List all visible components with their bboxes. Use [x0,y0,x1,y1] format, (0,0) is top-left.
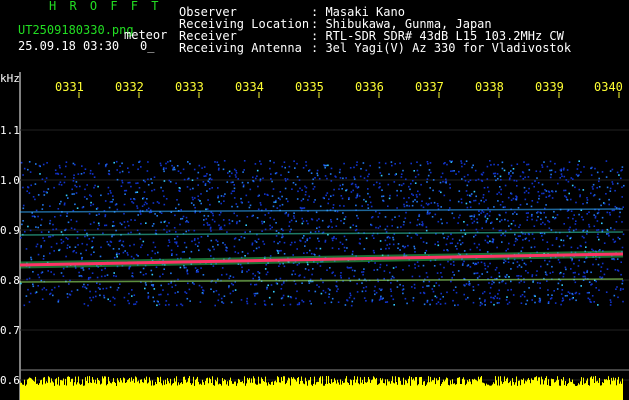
y-tick-0-9: 0.9 [0,224,20,237]
signal-band [19,208,624,213]
x-tick-0332: 0332 [115,80,144,94]
y-tick-1-0: 1.0 [0,174,20,187]
y-tick-0-6: 0.6 [0,374,20,387]
y-tick-0-8: 0.8 [0,274,20,287]
x-tick-0333: 0333 [175,80,204,94]
spectrogram [19,72,629,400]
x-tick-0336: 0336 [355,80,384,94]
y-tick-0-7: 0.7 [0,324,20,337]
carrier-trace [19,252,624,267]
x-tick-0337: 0337 [415,80,444,94]
x-tick-0338: 0338 [475,80,504,94]
x-tick-0334: 0334 [235,80,264,94]
x-tick-0331: 0331 [55,80,84,94]
y-tick-1-1: 1.1 [0,124,20,137]
x-tick-0339: 0339 [535,80,564,94]
x-tick-0340: 0340 [594,80,623,94]
x-tick-0335: 0335 [295,80,324,94]
axis-unit: kHz [0,72,20,85]
